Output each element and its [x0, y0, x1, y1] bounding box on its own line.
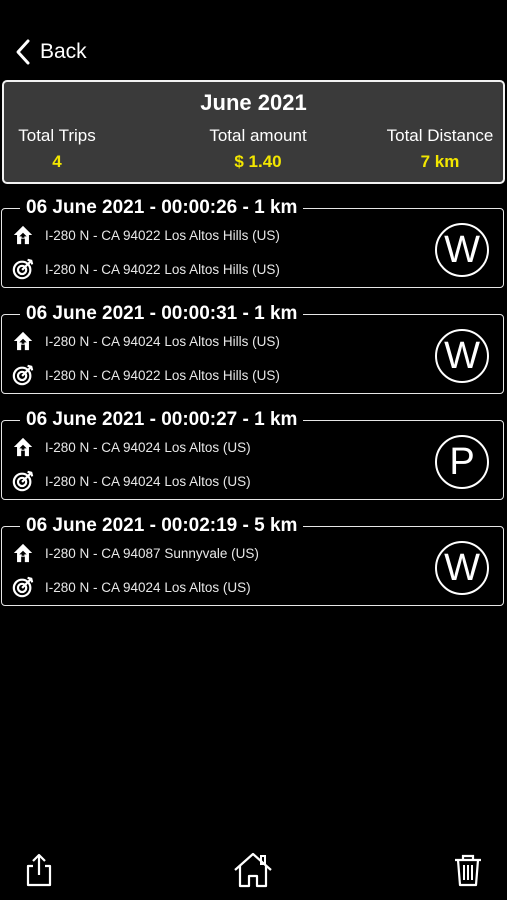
trip-header: 06 June 2021 - 00:00:26 - 1 km — [20, 195, 304, 221]
trip-destination-row: I-280 N - CA 94022 Los Altos Hills (US) — [12, 363, 280, 387]
total-trips-value: 4 — [52, 152, 62, 171]
back-label: Back — [40, 40, 87, 63]
total-amount-stat: Total amount $ 1.40 — [190, 126, 326, 172]
total-distance-stat: Total Distance 7 km — [380, 126, 500, 172]
trip-destination-row: I-280 N - CA 94024 Los Altos (US) — [12, 469, 251, 493]
trip-destination-row: I-280 N - CA 94022 Los Altos Hills (US) — [12, 257, 280, 281]
home-start-icon — [13, 543, 33, 563]
home-start-icon — [13, 331, 33, 351]
target-destination-icon — [12, 258, 34, 280]
target-destination-icon — [12, 470, 34, 492]
total-amount-label: Total amount — [209, 126, 307, 145]
share-button[interactable] — [19, 850, 59, 890]
trip-type-badge[interactable]: W — [435, 223, 489, 277]
home-start-icon — [13, 225, 33, 245]
trip-type-badge[interactable]: W — [435, 329, 489, 383]
trip-destination-address: I-280 N - CA 94024 Los Altos (US) — [45, 473, 251, 489]
trip-type-badge[interactable]: W — [435, 541, 489, 595]
total-trips-stat: Total Trips 4 — [12, 126, 102, 172]
trip-card[interactable]: 06 June 2021 - 00:00:31 - 1 km I-280 N -… — [1, 301, 504, 394]
back-button[interactable]: Back — [14, 36, 87, 68]
chevron-left-icon — [16, 39, 30, 65]
share-icon — [26, 853, 52, 887]
trip-origin-row: I-280 N - CA 94024 Los Altos (US) — [12, 435, 251, 459]
month-summary-card: June 2021 Total Trips 4 Total amount $ 1… — [2, 80, 505, 184]
trip-origin-address: I-280 N - CA 94087 Sunnyvale (US) — [45, 545, 259, 561]
trip-destination-address: I-280 N - CA 94024 Los Altos (US) — [45, 579, 251, 595]
total-distance-value: 7 km — [420, 152, 460, 171]
month-title: June 2021 — [200, 90, 307, 115]
home-icon — [234, 852, 272, 888]
trip-header: 06 June 2021 - 00:00:27 - 1 km — [20, 407, 304, 433]
trash-icon — [455, 854, 481, 887]
trip-destination-address: I-280 N - CA 94022 Los Altos Hills (US) — [45, 261, 280, 277]
trip-destination-row: I-280 N - CA 94024 Los Altos (US) — [12, 575, 251, 599]
trip-origin-address: I-280 N - CA 94024 Los Altos (US) — [45, 439, 251, 455]
home-button[interactable] — [232, 850, 274, 890]
total-trips-label: Total Trips — [18, 126, 96, 145]
trip-card[interactable]: 06 June 2021 - 00:00:26 - 1 km I-280 N -… — [1, 195, 504, 288]
trip-origin-row: I-280 N - CA 94087 Sunnyvale (US) — [12, 541, 259, 565]
trip-card[interactable]: 06 June 2021 - 00:02:19 - 5 km I-280 N -… — [1, 513, 504, 606]
trip-header: 06 June 2021 - 00:02:19 - 5 km — [20, 513, 304, 539]
home-start-icon — [13, 437, 33, 457]
trip-card[interactable]: 06 June 2021 - 00:00:27 - 1 km I-280 N -… — [1, 407, 504, 500]
total-amount-value: $ 1.40 — [234, 152, 282, 171]
trip-destination-address: I-280 N - CA 94022 Los Altos Hills (US) — [45, 367, 280, 383]
total-distance-label: Total Distance — [386, 126, 494, 145]
target-destination-icon — [12, 364, 34, 386]
trip-origin-row: I-280 N - CA 94022 Los Altos Hills (US) — [12, 223, 280, 247]
trip-origin-address: I-280 N - CA 94024 Los Altos Hills (US) — [45, 333, 280, 349]
trip-type-badge[interactable]: P — [435, 435, 489, 489]
trip-origin-address: I-280 N - CA 94022 Los Altos Hills (US) — [45, 227, 280, 243]
trip-header: 06 June 2021 - 00:00:31 - 1 km — [20, 301, 304, 327]
trip-origin-row: I-280 N - CA 94024 Los Altos Hills (US) — [12, 329, 280, 353]
delete-button[interactable] — [448, 850, 488, 890]
target-destination-icon — [12, 576, 34, 598]
